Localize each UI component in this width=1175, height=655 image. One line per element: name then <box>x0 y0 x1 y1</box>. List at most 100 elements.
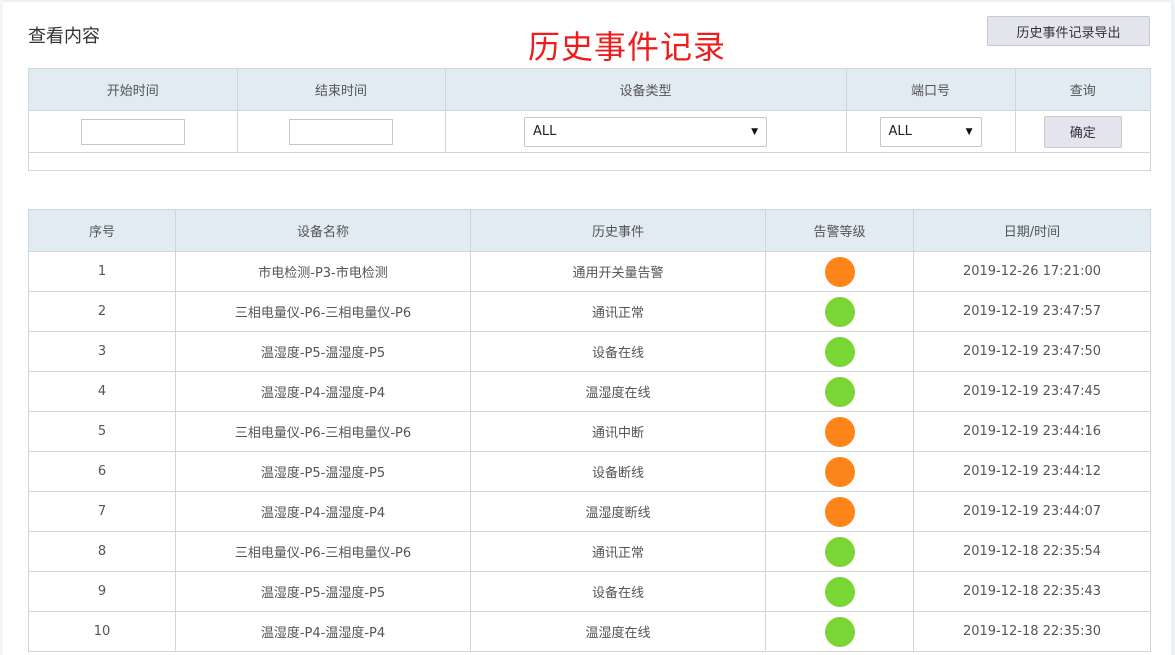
device-type-cell: ALL ▼ <box>445 110 847 153</box>
table-row: 7 温湿度-P4-温湿度-P4 温湿度断线 2019-12-19 23:44:07 <box>28 491 1151 532</box>
cell-event: 温湿度断线 <box>470 491 766 532</box>
column-header-no: 序号 <box>28 209 176 252</box>
start-time-cell <box>29 110 238 153</box>
cell-datetime: 2019-12-18 22:35:54 <box>913 531 1151 572</box>
cell-alarm-level <box>765 531 914 572</box>
alarm-level-indicator-icon <box>824 416 855 447</box>
cell-alarm-level <box>765 451 914 492</box>
device-type-value: ALL <box>533 124 557 139</box>
cell-datetime: 2019-12-19 23:47:50 <box>913 331 1151 372</box>
cell-no: 9 <box>28 571 176 612</box>
cell-no: 10 <box>28 611 176 652</box>
cell-event: 通讯中断 <box>470 411 766 452</box>
end-time-input[interactable] <box>289 118 393 145</box>
port-cell: ALL ▼ <box>846 110 1016 153</box>
cell-event: 通讯正常 <box>470 291 766 332</box>
table-row: 1 市电检测-P3-市电检测 通用开关量告警 2019-12-26 17:21:00 <box>28 251 1151 292</box>
alarm-level-indicator-icon <box>824 616 855 647</box>
table-row: 8 三相电量仪-P6-三相电量仪-P6 通讯正常 2019-12-18 22:35:5… <box>28 531 1151 572</box>
filter-header-row: 开始时间 结束时间 设备类型 端口号 查询 <box>29 69 1150 111</box>
column-header-device: 设备名称 <box>175 209 471 252</box>
cell-device-name: 温湿度-P5-温湿度-P5 <box>175 571 471 612</box>
page-title: 历史事件记录 <box>528 28 727 66</box>
alarm-level-indicator-icon <box>824 576 855 607</box>
table-row: 6 温湿度-P5-温湿度-P5 设备断线 2019-12-19 23:44:12 <box>28 451 1151 492</box>
device-type-select[interactable]: ALL ▼ <box>524 116 767 147</box>
cell-device-name: 温湿度-P4-温湿度-P4 <box>175 491 471 532</box>
cell-alarm-level <box>765 491 914 532</box>
cell-device-name: 三相电量仪-P6-三相电量仪-P6 <box>175 531 471 572</box>
cell-datetime: 2019-12-19 23:47:45 <box>913 371 1151 412</box>
cell-device-name: 温湿度-P5-温湿度-P5 <box>175 331 471 372</box>
column-header-event: 历史事件 <box>470 209 766 252</box>
dropdown-arrow-icon: ▼ <box>965 126 973 137</box>
cell-event: 温湿度在线 <box>470 611 766 652</box>
table-row: 3 温湿度-P5-温湿度-P5 设备在线 2019-12-19 23:47:50 <box>28 331 1151 372</box>
cell-no: 3 <box>28 331 176 372</box>
port-value: ALL <box>888 124 912 139</box>
filter-header-start-time: 开始时间 <box>29 69 238 111</box>
cell-device-name: 三相电量仪-P6-三相电量仪-P6 <box>175 291 471 332</box>
start-time-input[interactable] <box>80 118 185 145</box>
cell-device-name: 温湿度-P4-温湿度-P4 <box>175 611 471 652</box>
cell-datetime: 2019-12-19 23:44:12 <box>913 451 1151 492</box>
cell-no: 1 <box>28 251 176 292</box>
cell-no: 2 <box>28 291 176 332</box>
cell-device-name: 温湿度-P5-温湿度-P5 <box>175 451 471 492</box>
cell-datetime: 2019-12-18 22:35:30 <box>913 611 1151 652</box>
cell-event: 通讯正常 <box>470 531 766 572</box>
alarm-level-indicator-icon <box>824 256 855 287</box>
filter-header-device-type: 设备类型 <box>445 69 847 111</box>
table-row: 5 三相电量仪-P6-三相电量仪-P6 通讯中断 2019-12-19 23:44:1… <box>28 411 1151 452</box>
cell-datetime: 2019-12-18 22:35:43 <box>913 571 1151 612</box>
alarm-level-indicator-icon <box>824 296 855 327</box>
table-body: 1 市电检测-P3-市电检测 通用开关量告警 2019-12-26 17:21:00 2… <box>28 251 1151 652</box>
cell-no: 4 <box>28 371 176 412</box>
filter-header-port: 端口号 <box>846 69 1016 111</box>
cell-event: 设备在线 <box>470 571 766 612</box>
cell-alarm-level <box>765 611 914 652</box>
cell-device-name: 温湿度-P4-温湿度-P4 <box>175 371 471 412</box>
alarm-level-indicator-icon <box>824 336 855 367</box>
export-button[interactable]: 历史事件记录导出 <box>987 16 1150 46</box>
alarm-level-indicator-icon <box>824 456 855 487</box>
table-header-row: 序号 设备名称 历史事件 告警等级 日期/时间 <box>28 209 1151 252</box>
cell-no: 6 <box>28 451 176 492</box>
events-table: 序号 设备名称 历史事件 告警等级 日期/时间 1 市电检测-P3-市电检测 通用开… <box>28 209 1151 652</box>
cell-alarm-level <box>765 331 914 372</box>
port-select[interactable]: ALL ▼ <box>879 116 982 147</box>
events-table-container: 序号 设备名称 历史事件 告警等级 日期/时间 1 市电检测-P3-市电检测 通用开… <box>28 209 1151 652</box>
dropdown-arrow-icon: ▼ <box>751 126 758 137</box>
cell-datetime: 2019-12-19 23:44:16 <box>913 411 1151 452</box>
table-row: 4 温湿度-P4-温湿度-P4 温湿度在线 2019-12-19 23:47:45 <box>28 371 1151 412</box>
cell-alarm-level <box>765 371 914 412</box>
cell-datetime: 2019-12-26 17:21:00 <box>913 251 1151 292</box>
cell-alarm-level <box>765 411 914 452</box>
cell-datetime: 2019-12-19 23:47:57 <box>913 291 1151 332</box>
cell-event: 设备在线 <box>470 331 766 372</box>
cell-alarm-level <box>765 251 914 292</box>
alarm-level-indicator-icon <box>824 376 855 407</box>
column-header-datetime: 日期/时间 <box>913 209 1151 252</box>
filter-header-query: 查询 <box>1015 69 1150 111</box>
cell-no: 7 <box>28 491 176 532</box>
cell-event: 通用开关量告警 <box>470 251 766 292</box>
cell-event: 温湿度在线 <box>470 371 766 412</box>
query-cell: 确定 <box>1015 110 1150 153</box>
left-border <box>0 0 3 655</box>
cell-event: 设备断线 <box>470 451 766 492</box>
filter-table: 开始时间 结束时间 设备类型 端口号 查询 ALL ▼ ALL ▼ 确定 <box>29 69 1150 153</box>
table-row: 10 温湿度-P4-温湿度-P4 温湿度在线 2019-12-18 22:35:30 <box>28 611 1151 652</box>
cell-datetime: 2019-12-19 23:44:07 <box>913 491 1151 532</box>
alarm-level-indicator-icon <box>824 496 855 527</box>
end-time-cell <box>237 110 446 153</box>
cell-alarm-level <box>765 291 914 332</box>
column-header-level: 告警等级 <box>765 209 914 252</box>
table-row: 2 三相电量仪-P6-三相电量仪-P6 通讯正常 2019-12-19 23:47:5… <box>28 291 1151 332</box>
cell-alarm-level <box>765 571 914 612</box>
filter-header-end-time: 结束时间 <box>237 69 446 111</box>
scrollbar-track[interactable] <box>1171 0 1175 655</box>
confirm-button[interactable]: 确定 <box>1043 115 1122 148</box>
cell-device-name: 市电检测-P3-市电检测 <box>175 251 471 292</box>
alarm-level-indicator-icon <box>824 536 855 567</box>
